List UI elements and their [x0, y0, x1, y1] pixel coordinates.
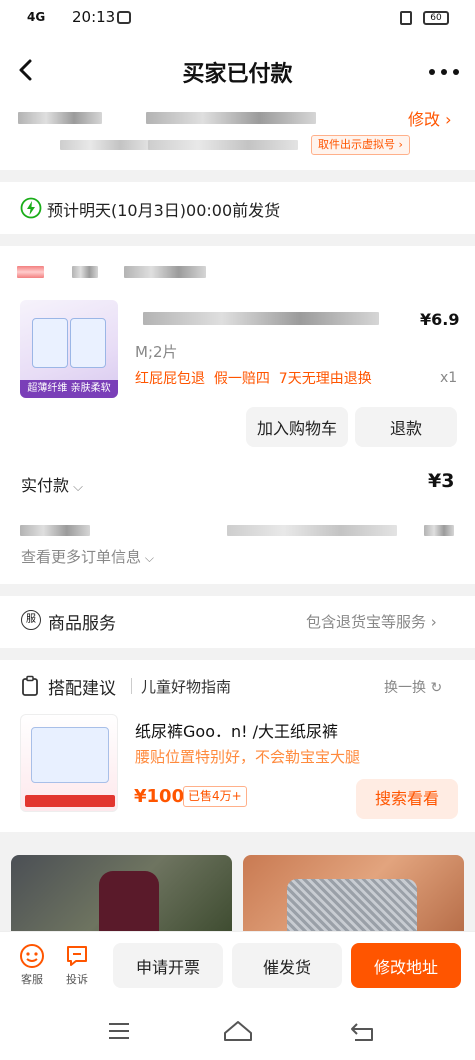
payment-amount: ¥3: [428, 470, 455, 492]
service-detail: 包含退货宝等服务 ›: [306, 611, 437, 632]
home-icon[interactable]: [222, 1019, 254, 1043]
product-title-redacted[interactable]: [143, 312, 379, 325]
product-image-caption: 超薄纤维 亲肤柔软: [20, 380, 118, 398]
shop-name-redacted[interactable]: [72, 266, 98, 278]
notification-icon: [117, 11, 131, 24]
chevron-down-icon: ⌵: [69, 480, 84, 495]
shipping-estimate-text: 预计明天(10月3日)00:00前发货: [47, 201, 281, 220]
smile-face-icon: [20, 944, 44, 968]
product-qty: x1: [440, 370, 458, 386]
system-nav-bar: [0, 999, 475, 1060]
page-title: 买家已付款: [182, 62, 293, 87]
menu-icon[interactable]: [107, 1021, 131, 1041]
vibrate-icon: [400, 11, 412, 25]
pickup-virtual-number-tag[interactable]: 取件出示虚拟号 ›: [311, 135, 410, 155]
service-detail-text: 包含退货宝等服务: [306, 613, 427, 631]
apply-invoice-button[interactable]: 申请开票: [113, 943, 223, 988]
address-phone-redacted: [146, 112, 316, 124]
bottom-action-bar: 客服 投诉 申请开票 催发货 修改地址: [0, 931, 475, 999]
recommend-item-desc: 腰贴位置特别好，不会勒宝宝大腿: [135, 748, 361, 766]
clipboard-icon: [22, 675, 38, 696]
service-guarantee-icon: 服: [21, 610, 41, 630]
address-card[interactable]: 修改 › 取件出示虚拟号 ›: [0, 104, 475, 170]
change-address-button[interactable]: 修改地址: [351, 943, 461, 988]
shop-name-redacted-2: [124, 266, 206, 278]
more-order-info-link[interactable]: 查看更多订单信息 ⌵: [21, 546, 154, 567]
complaint-button[interactable]: 投诉: [60, 943, 94, 989]
refresh-icon: ↻: [426, 680, 443, 696]
recommend-item-image[interactable]: [20, 714, 118, 812]
customer-service-button[interactable]: 客服: [15, 943, 49, 989]
recommend-pack: [31, 727, 109, 783]
address-name-redacted: [18, 112, 102, 124]
add-to-cart-button[interactable]: 加入购物车: [246, 407, 348, 447]
address-detail-redacted: [60, 140, 150, 150]
refresh-label: 换一换: [384, 680, 426, 696]
feed-item-1[interactable]: [11, 855, 232, 940]
service-card[interactable]: 服 商品服务 包含退货宝等服务 ›: [0, 596, 475, 648]
more-button[interactable]: [428, 68, 460, 76]
order-number-redacted: [227, 525, 397, 536]
order-item-card: 超薄纤维 亲肤柔软 ¥6.9 M;2片 红屁屁包退 假一赔四 7天无理由退换 x…: [0, 246, 475, 584]
complaint-label: 投诉: [66, 973, 88, 986]
payment-label-text: 实付款: [21, 476, 70, 495]
status-time: 20:13: [72, 8, 116, 26]
battery-level: 60: [430, 13, 442, 23]
message-bubble-icon: [67, 946, 87, 966]
copy-redacted[interactable]: [424, 525, 454, 536]
product-image[interactable]: 超薄纤维 亲肤柔软: [20, 300, 118, 398]
address-edit-link[interactable]: 修改 ›: [408, 106, 452, 130]
more-dots-icon: [429, 69, 459, 75]
address-detail-redacted-2: [148, 140, 298, 150]
chevron-right-icon: ›: [426, 613, 437, 631]
service-label: 商品服务: [48, 614, 116, 634]
refresh-button[interactable]: 换一换 ↻: [384, 677, 442, 697]
product-spec: M;2片: [135, 343, 178, 361]
recommend-sold-badge: 已售4万+: [183, 786, 247, 807]
title-divider: [131, 678, 132, 694]
pickup-tag-label: 取件出示虚拟号: [318, 138, 395, 151]
diaper-pack-1: [32, 318, 68, 368]
recommend-item-price: ¥100: [134, 786, 185, 807]
payment-label[interactable]: 实付款 ⌵: [21, 472, 83, 496]
feed-item-1-jacket: [99, 871, 159, 940]
product-guarantees: 红屁屁包退 假一赔四 7天无理由退换: [135, 371, 372, 387]
refund-button[interactable]: 退款: [355, 407, 457, 447]
recommend-subtitle: 儿童好物指南: [141, 678, 232, 696]
shipping-card: 预计明天(10月3日)00:00前发货: [0, 182, 475, 234]
nav-header: 买家已付款: [0, 38, 475, 104]
lightning-icon: [20, 197, 42, 219]
customer-service-label: 客服: [21, 973, 43, 986]
chevron-down-icon: ⌵: [141, 551, 154, 565]
recommend-item-title[interactable]: 纸尿裤Goo．n! /大王纸尿裤: [135, 718, 338, 742]
battery-icon: 60: [423, 11, 449, 25]
feed-item-2[interactable]: [243, 855, 464, 940]
diaper-pack-2: [70, 318, 106, 368]
recommend-card: 搭配建议 儿童好物指南 换一换 ↻ 纸尿裤Goo．n! /大王纸尿裤 腰贴位置特…: [0, 660, 475, 832]
address-edit-label: 修改: [408, 110, 441, 129]
signal-indicator: 4G: [27, 10, 46, 24]
more-order-info-label: 查看更多订单信息: [21, 548, 142, 566]
order-number-label-redacted: [20, 525, 90, 536]
chevron-right-icon: ›: [440, 110, 452, 129]
shop-logo-redacted: [17, 266, 44, 278]
product-price: ¥6.9: [420, 310, 460, 329]
recommend-red-band: [25, 795, 115, 807]
status-bar: 4G 20:13 60: [0, 0, 475, 38]
search-similar-button[interactable]: 搜索看看: [356, 779, 458, 819]
urge-shipping-button[interactable]: 催发货: [232, 943, 342, 988]
back-nav-icon[interactable]: [349, 1021, 375, 1043]
recommend-title: 搭配建议: [48, 679, 116, 699]
